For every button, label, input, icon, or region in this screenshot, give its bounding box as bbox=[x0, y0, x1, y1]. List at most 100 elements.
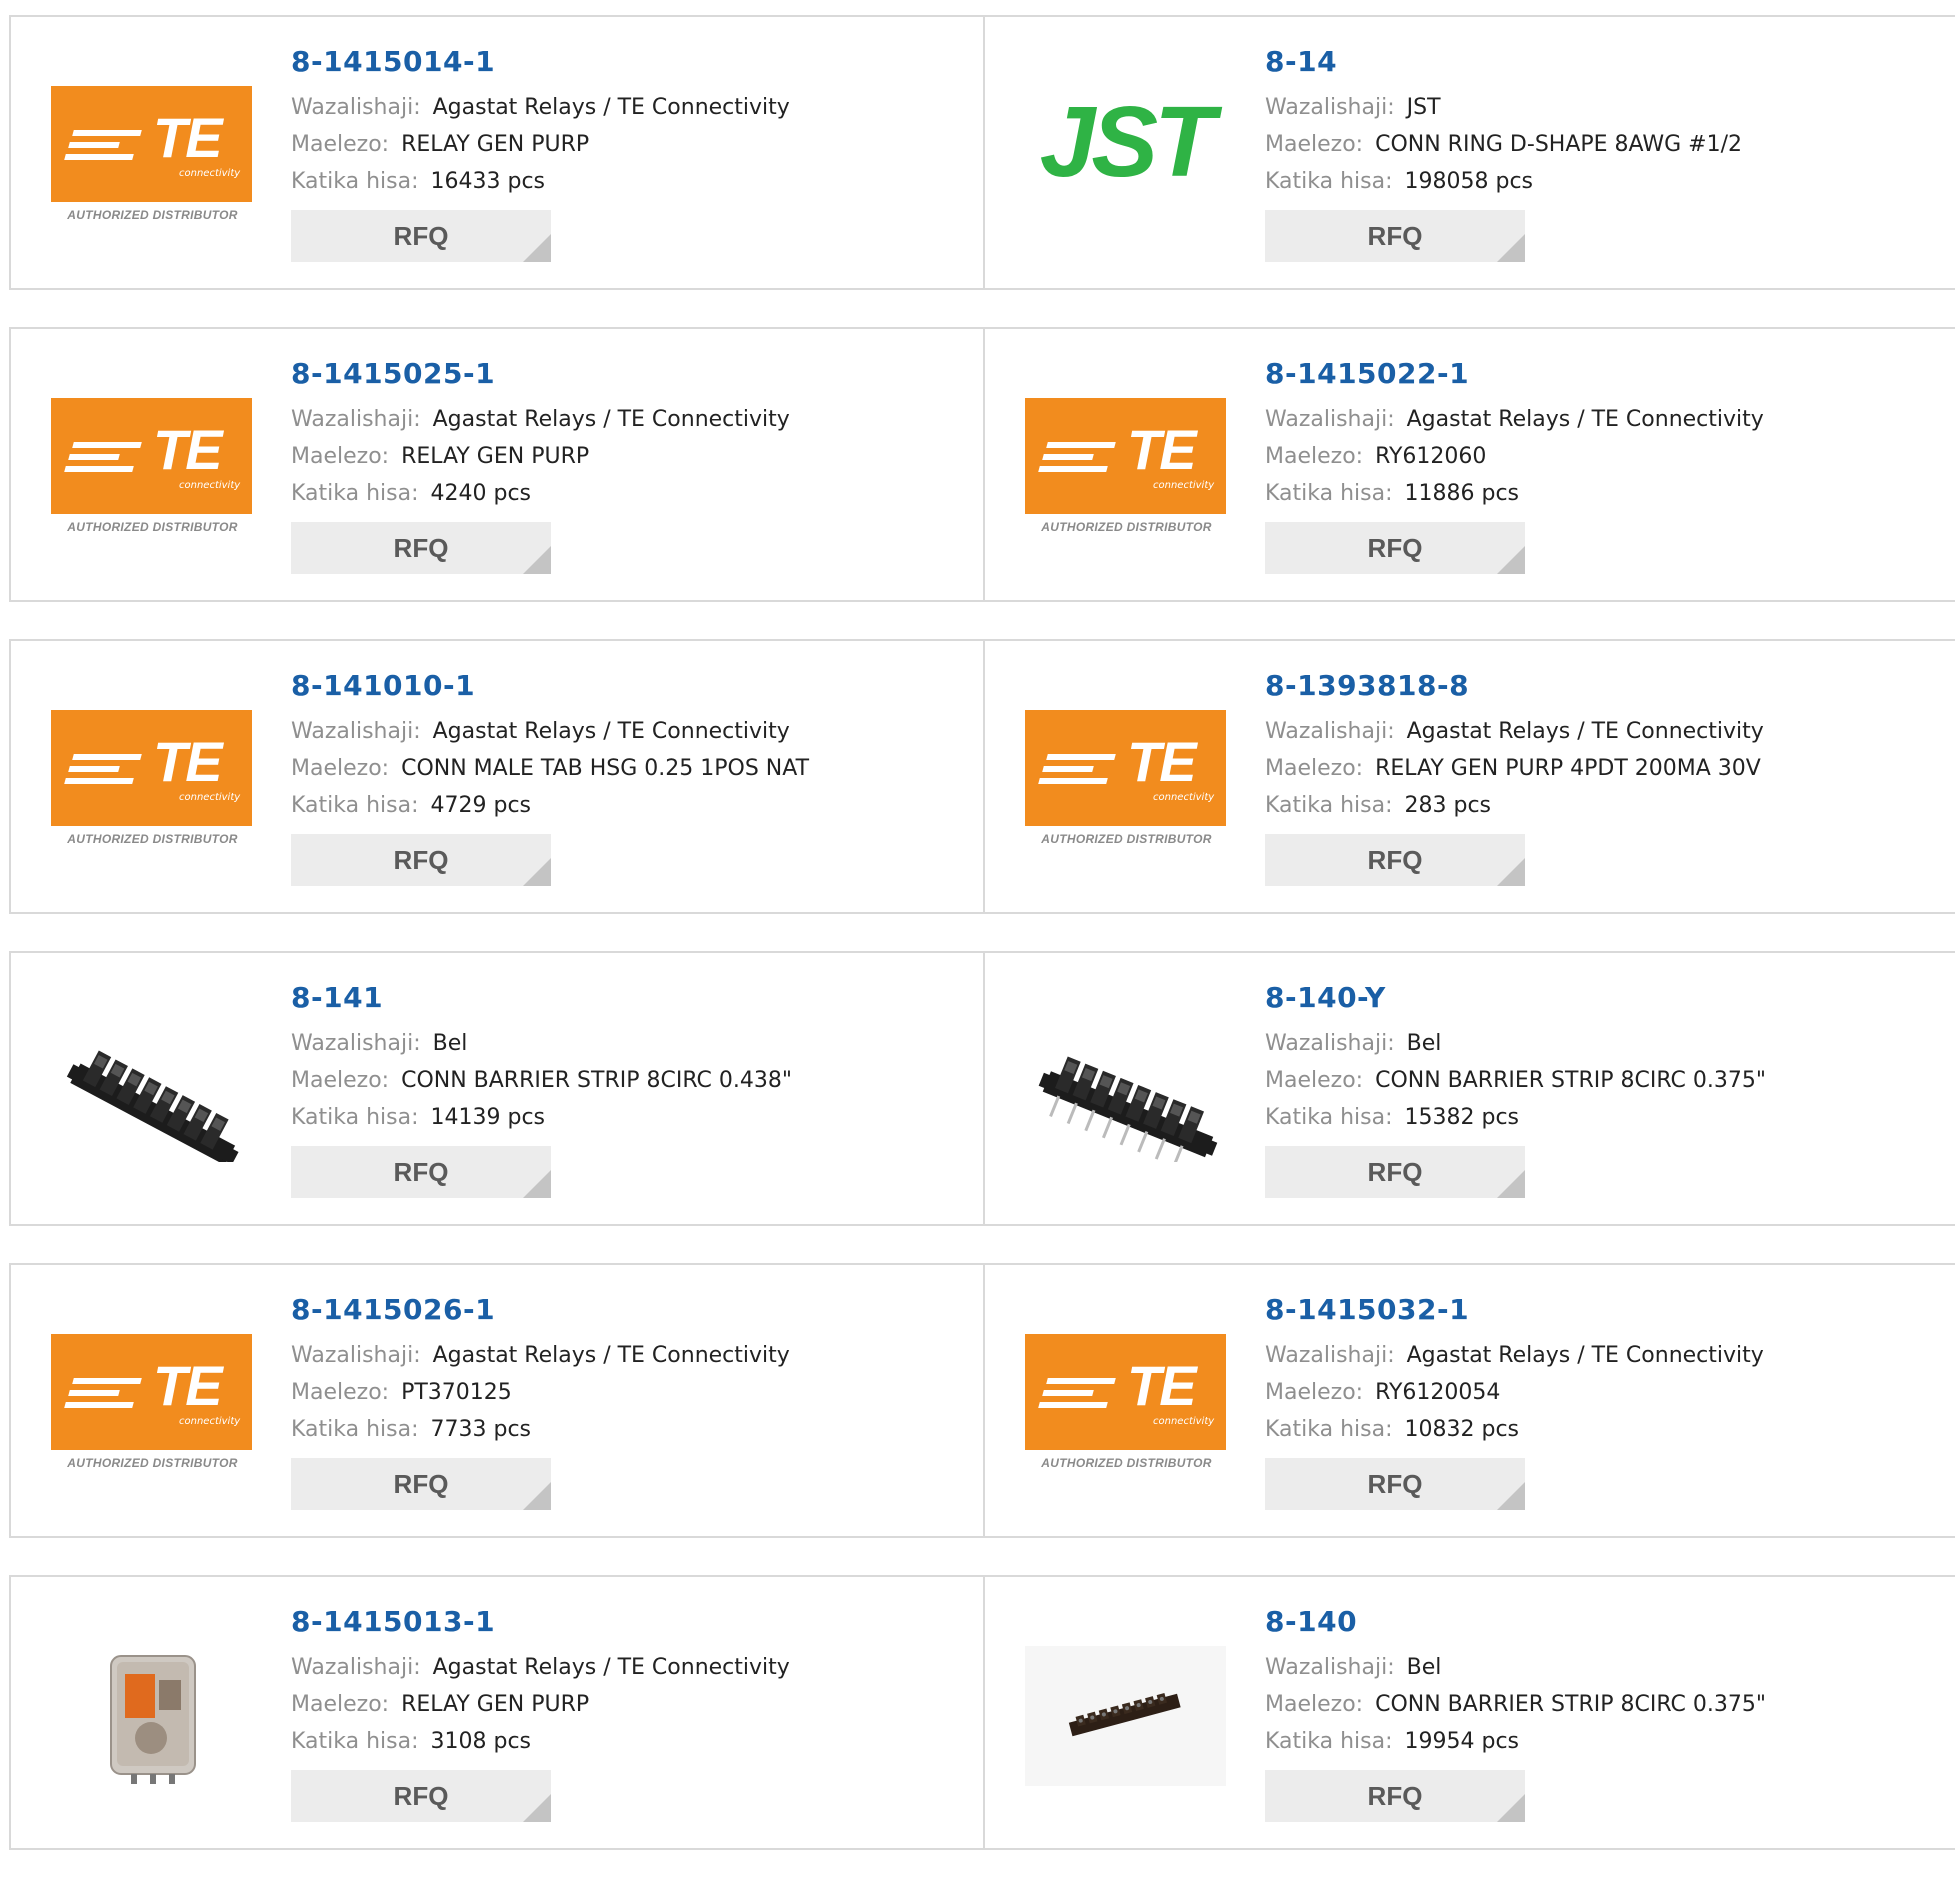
product-info: 8-140-Y Wazalishaji: Bel Maelezo: CONN BAR… bbox=[1265, 981, 1766, 1198]
rfq-button[interactable]: RFQ bbox=[1265, 834, 1525, 886]
description-value: PT370125 bbox=[401, 1380, 512, 1405]
te-logo-subtitle: connectivity bbox=[179, 792, 241, 803]
stock-value: 283 pcs bbox=[1404, 793, 1492, 818]
description-field: Maelezo: RY6120054 bbox=[1265, 1374, 1764, 1411]
description-field: Maelezo: PT370125 bbox=[291, 1374, 790, 1411]
rfq-button-label: RFQ bbox=[1367, 1156, 1423, 1187]
manufacturer-field: Wazalishaji: Bel bbox=[1265, 1025, 1766, 1062]
product-image[interactable] bbox=[1025, 1646, 1226, 1786]
manufacturer-label: Wazalishaji: bbox=[1265, 719, 1395, 744]
stock-value: 4240 pcs bbox=[430, 481, 532, 506]
te-logo-bars bbox=[1038, 754, 1116, 790]
rfq-button-label: RFQ bbox=[393, 1156, 449, 1187]
stock-value: 16433 pcs bbox=[430, 169, 546, 194]
part-number-link[interactable]: 8-1415013-1 bbox=[291, 1605, 790, 1639]
part-number-link[interactable]: 8-14 bbox=[1265, 45, 1742, 79]
corner-triangle-icon bbox=[1497, 858, 1525, 886]
description-value: RELAY GEN PURP bbox=[401, 1692, 590, 1717]
product-image[interactable] bbox=[51, 1022, 252, 1166]
part-number-link[interactable]: 8-141 bbox=[291, 981, 792, 1015]
rfq-button-label: RFQ bbox=[1367, 844, 1423, 875]
part-number-link[interactable]: 8-1415025-1 bbox=[291, 357, 790, 391]
manufacturer-label: Wazalishaji: bbox=[291, 407, 421, 432]
rfq-button[interactable]: RFQ bbox=[1265, 1770, 1525, 1822]
rfq-button[interactable]: RFQ bbox=[291, 1770, 551, 1822]
product-image[interactable]: JST bbox=[1025, 86, 1226, 226]
stock-label: Katika hisa: bbox=[1265, 1729, 1393, 1754]
manufacturer-value: Agastat Relays / TE Connectivity bbox=[432, 95, 790, 120]
product-image[interactable] bbox=[1025, 1022, 1226, 1167]
stock-value: 14139 pcs bbox=[430, 1105, 546, 1130]
rfq-button-label: RFQ bbox=[1367, 1468, 1423, 1499]
manufacturer-label: Wazalishaji: bbox=[291, 719, 421, 744]
manufacturer-label: Wazalishaji: bbox=[291, 1343, 421, 1368]
product-image[interactable]: TE connectivity AUTHORIZED DISTRIBUTOR bbox=[1025, 1334, 1226, 1474]
manufacturer-field: Wazalishaji: Agastat Relays / TE Connecti… bbox=[1265, 1337, 1764, 1374]
product-card: 8-140-Y Wazalishaji: Bel Maelezo: CONN BAR… bbox=[983, 953, 1955, 1224]
manufacturer-value: Bel bbox=[1406, 1031, 1442, 1056]
te-logo-subtitle: connectivity bbox=[179, 480, 241, 491]
stock-field: Katika hisa: 14139 pcs bbox=[291, 1099, 792, 1136]
part-number-link[interactable]: 8-141010-1 bbox=[291, 669, 809, 703]
part-number-link[interactable]: 8-1415022-1 bbox=[1265, 357, 1764, 391]
product-row: TE connectivity AUTHORIZED DISTRIBUTOR 8… bbox=[9, 1263, 1955, 1538]
rfq-button[interactable]: RFQ bbox=[291, 210, 551, 262]
description-value: RELAY GEN PURP bbox=[401, 132, 590, 157]
product-image[interactable]: TE connectivity AUTHORIZED DISTRIBUTOR bbox=[51, 398, 252, 538]
rfq-button[interactable]: RFQ bbox=[291, 834, 551, 886]
authorized-distributor-label: AUTHORIZED DISTRIBUTOR bbox=[67, 208, 238, 222]
corner-triangle-icon bbox=[523, 1170, 551, 1198]
product-card: TE connectivity AUTHORIZED DISTRIBUTOR 8… bbox=[11, 17, 983, 288]
product-image[interactable]: TE connectivity AUTHORIZED DISTRIBUTOR bbox=[51, 1334, 252, 1474]
description-label: Maelezo: bbox=[1265, 132, 1364, 157]
manufacturer-value: Bel bbox=[1406, 1655, 1442, 1680]
rfq-button[interactable]: RFQ bbox=[291, 1458, 551, 1510]
product-image[interactable]: TE connectivity AUTHORIZED DISTRIBUTOR bbox=[51, 86, 252, 226]
te-logo-bars bbox=[64, 754, 142, 790]
rfq-button[interactable]: RFQ bbox=[1265, 522, 1525, 574]
te-logo: TE connectivity bbox=[1025, 710, 1226, 826]
stock-value: 198058 pcs bbox=[1404, 169, 1534, 194]
product-image[interactable] bbox=[51, 1646, 252, 1786]
description-value: CONN BARRIER STRIP 8CIRC 0.375" bbox=[1375, 1692, 1766, 1717]
product-card: TE connectivity AUTHORIZED DISTRIBUTOR 8… bbox=[983, 641, 1955, 912]
manufacturer-field: Wazalishaji: Agastat Relays / TE Connecti… bbox=[291, 401, 790, 438]
rfq-button[interactable]: RFQ bbox=[291, 522, 551, 574]
manufacturer-label: Wazalishaji: bbox=[1265, 1655, 1395, 1680]
te-logo-subtitle: connectivity bbox=[179, 1416, 241, 1427]
product-image[interactable]: TE connectivity AUTHORIZED DISTRIBUTOR bbox=[1025, 710, 1226, 850]
te-logo: TE connectivity bbox=[51, 86, 252, 202]
rfq-button[interactable]: RFQ bbox=[1265, 210, 1525, 262]
stock-value: 15382 pcs bbox=[1404, 1105, 1520, 1130]
stock-field: Katika hisa: 198058 pcs bbox=[1265, 163, 1742, 200]
corner-triangle-icon bbox=[523, 546, 551, 574]
manufacturer-field: Wazalishaji: Agastat Relays / TE Connecti… bbox=[1265, 713, 1764, 750]
part-number-link[interactable]: 8-1415026-1 bbox=[291, 1293, 790, 1327]
product-card: TE connectivity AUTHORIZED DISTRIBUTOR 8… bbox=[11, 641, 983, 912]
product-card: TE connectivity AUTHORIZED DISTRIBUTOR 8… bbox=[983, 329, 1955, 600]
product-info: 8-1415013-1 Wazalishaji: Agastat Relays /… bbox=[291, 1605, 790, 1822]
rfq-button[interactable]: RFQ bbox=[1265, 1458, 1525, 1510]
te-logo-letters: TE bbox=[153, 418, 223, 481]
part-number-link[interactable]: 8-1393818-8 bbox=[1265, 669, 1764, 703]
stock-label: Katika hisa: bbox=[1265, 1417, 1393, 1442]
stock-label: Katika hisa: bbox=[1265, 793, 1393, 818]
product-image[interactable]: TE connectivity AUTHORIZED DISTRIBUTOR bbox=[51, 710, 252, 850]
manufacturer-label: Wazalishaji: bbox=[291, 1031, 421, 1056]
rfq-button[interactable]: RFQ bbox=[291, 1146, 551, 1198]
stock-field: Katika hisa: 4240 pcs bbox=[291, 475, 790, 512]
corner-triangle-icon bbox=[1497, 546, 1525, 574]
stock-label: Katika hisa: bbox=[291, 1105, 419, 1130]
part-number-link[interactable]: 8-1415032-1 bbox=[1265, 1293, 1764, 1327]
product-info: 8-14 Wazalishaji: JST Maelezo: CONN RING D… bbox=[1265, 45, 1742, 262]
description-label: Maelezo: bbox=[1265, 1692, 1364, 1717]
te-logo-letters: TE bbox=[153, 1354, 223, 1417]
product-image[interactable]: TE connectivity AUTHORIZED DISTRIBUTOR bbox=[1025, 398, 1226, 538]
rfq-button[interactable]: RFQ bbox=[1265, 1146, 1525, 1198]
te-logo: TE connectivity bbox=[51, 710, 252, 826]
part-number-link[interactable]: 8-140-Y bbox=[1265, 981, 1766, 1015]
part-number-link[interactable]: 8-140 bbox=[1265, 1605, 1766, 1639]
description-value: CONN BARRIER STRIP 8CIRC 0.438" bbox=[401, 1068, 792, 1093]
part-number-link[interactable]: 8-1415014-1 bbox=[291, 45, 790, 79]
stock-value: 10832 pcs bbox=[1404, 1417, 1520, 1442]
